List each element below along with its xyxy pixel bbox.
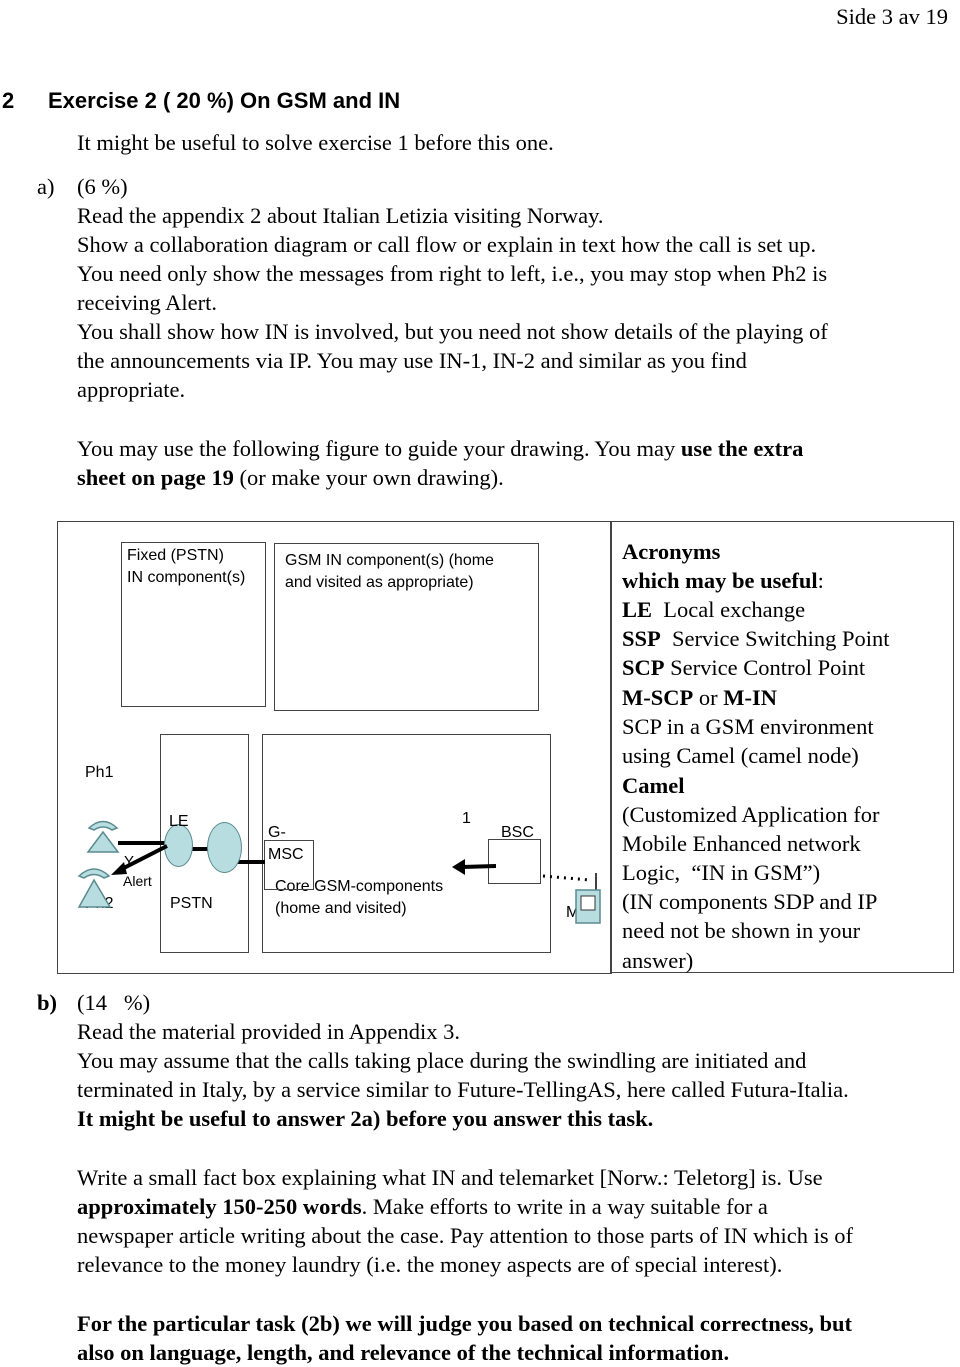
- acronyms-title: Acronyms: [622, 539, 721, 564]
- acronym-line: using Camel (camel node): [622, 743, 859, 768]
- acronym-camel: Camel: [622, 773, 685, 798]
- part-b-line: Read the material provided in Appendix 3…: [77, 1019, 461, 1044]
- acronym-line: Logic, “IN in GSM”): [622, 860, 821, 885]
- radio-link: [542, 874, 591, 882]
- part-b-line: relevance to the money laundry (i.e. the…: [77, 1252, 783, 1277]
- acronym-line: (Customized Application for: [622, 802, 880, 827]
- ms1-mobile-icon: [575, 889, 601, 924]
- part-b-label: b): [37, 990, 58, 1015]
- part-b-weight: (14 %): [77, 990, 151, 1015]
- alert-arrow-icon: [111, 844, 168, 875]
- acronym-scp: SCP Service Control Point: [622, 655, 866, 680]
- part-b-line: Write a small fact box explaining what I…: [77, 1165, 823, 1190]
- acronym-line: need not be shown in your: [622, 918, 861, 943]
- acronym-line: Mobile Enhanced network: [622, 831, 861, 856]
- acronym-le: LE Local exchange: [622, 597, 806, 622]
- part-b-line: It might be useful to answer 2a) before …: [77, 1106, 654, 1131]
- message-1-arrow-icon: [452, 859, 497, 875]
- part-b-line: terminated in Italy, by a service simila…: [77, 1077, 849, 1102]
- ph2-phone-icon: [77, 868, 112, 908]
- part-b-line: You may assume that the calls taking pla…: [77, 1048, 807, 1073]
- acronym-ssp: SSP Service Switching Point: [622, 626, 890, 651]
- acronym-line: answer): [622, 948, 694, 973]
- acronym-line: SCP in a GSM environment: [622, 714, 874, 739]
- acronym-mscp: M-SCP or M-IN: [622, 685, 777, 710]
- ph1-phone-icon: [86, 820, 120, 853]
- acronyms-subtitle: which may be useful:: [622, 568, 824, 593]
- page: Side 3 av 19 2 Exercise 2 ( 20 %) On GSM…: [0, 0, 960, 1367]
- part-b-line: newspaper article writing about the case…: [77, 1223, 854, 1248]
- acronym-line: (IN components SDP and IP: [622, 889, 878, 914]
- part-b-line: also on language, length, and relevance …: [77, 1340, 730, 1365]
- part-b-line: approximately 150-250 words. Make effort…: [77, 1194, 768, 1219]
- part-b-line: For the particular task (2b) we will jud…: [77, 1311, 852, 1336]
